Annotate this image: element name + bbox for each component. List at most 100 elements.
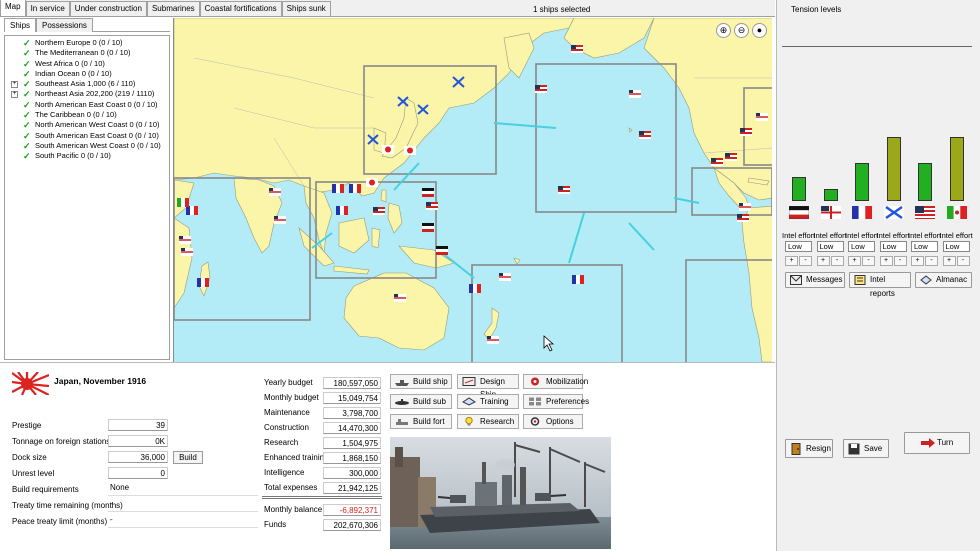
tab-submarines[interactable]: Submarines	[146, 1, 200, 16]
usa-flag-icon	[571, 45, 583, 53]
build-sub-button[interactable]: Build sub	[390, 394, 452, 409]
decrease-intel-button[interactable]: -	[893, 256, 907, 266]
usa-flag-icon	[639, 131, 651, 139]
expand-icon[interactable]: +	[11, 91, 18, 99]
build-fort-button[interactable]: Build fort	[390, 414, 452, 429]
fort-icon	[396, 419, 408, 425]
checkmark-icon[interactable]: ✓	[23, 131, 31, 141]
selection-status: 1 ships selected	[533, 5, 591, 14]
stat-label: Treaty time remaining (months)	[12, 501, 123, 510]
checkmark-icon[interactable]: ✓	[23, 69, 31, 79]
build-dock-button[interactable]: Build	[173, 451, 203, 464]
intel-effort-field[interactable]: Low	[879, 241, 907, 252]
tab-coastal-fortifications[interactable]: Coastal fortifications	[199, 1, 282, 16]
lightbulb-icon	[465, 417, 473, 426]
top-tab-bar: Map In service Under construction Submar…	[0, 0, 775, 17]
increase-intel-button[interactable]: +	[848, 256, 861, 266]
checkmark-icon[interactable]: ✓	[23, 120, 31, 130]
decrease-intel-button[interactable]: -	[862, 256, 875, 266]
research-label: Research	[480, 417, 515, 426]
increase-intel-button[interactable]: +	[785, 256, 798, 266]
region-item[interactable]: ✓ South American West Coast 0 (0 / 10)	[5, 141, 169, 151]
stat-value: -	[110, 499, 113, 508]
region-item[interactable]: ✓ The Mediterranean 0 (0 / 10)	[5, 48, 169, 58]
checkmark-icon[interactable]: ✓	[23, 59, 31, 69]
intel-effort-field[interactable]: Low	[911, 241, 938, 252]
checkmark-icon[interactable]: ✓	[23, 79, 31, 89]
britain-flag-icon	[274, 216, 286, 224]
region-item[interactable]: ✓ South Pacific 0 (0 / 10)	[5, 151, 169, 161]
tab-in-service[interactable]: In service	[25, 1, 70, 16]
tab-ships-sunk[interactable]: Ships sunk	[281, 1, 331, 16]
save-button[interactable]: Save	[843, 439, 889, 458]
resign-button[interactable]: Resign	[785, 439, 833, 458]
intel-effort-field[interactable]: Low	[942, 241, 970, 252]
options-button[interactable]: Options	[523, 414, 583, 429]
almanac-button[interactable]: Almanac	[915, 272, 972, 288]
increase-intel-button[interactable]: +	[911, 256, 924, 266]
checkmark-icon[interactable]: ✓	[23, 100, 31, 110]
usa-flag-icon	[725, 153, 737, 161]
decrease-intel-button[interactable]: -	[956, 256, 970, 266]
design-ship-button[interactable]: Design Ship	[457, 374, 519, 399]
stat-value: 39	[108, 419, 168, 431]
increase-intel-button[interactable]: +	[816, 256, 830, 266]
japan-rising-sun-flag-icon	[12, 372, 49, 395]
region-label: West Africa 0 (0 / 10)	[35, 58, 105, 68]
region-item[interactable]: + ✓ Northeast Asia 202,200 (219 / 1110)	[5, 89, 169, 99]
tab-map[interactable]: Map	[0, 0, 26, 16]
region-item[interactable]: ✓ Northern Europe 0 (0 / 10)	[5, 38, 169, 48]
divider	[782, 46, 972, 47]
tab-under-construction[interactable]: Under construction	[69, 1, 147, 16]
intel-effort-field[interactable]: Low	[848, 241, 875, 252]
checkmark-icon[interactable]: ✓	[23, 38, 31, 48]
research-button[interactable]: Research	[457, 414, 519, 429]
stat-label: Prestige	[12, 421, 42, 430]
usa-flag-icon	[558, 186, 570, 194]
world-map[interactable]: ⊕ ⊖ ●	[173, 18, 772, 362]
intel-effort-field[interactable]: Low	[785, 241, 812, 252]
region-item[interactable]: ✓ West Africa 0 (0 / 10)	[5, 59, 169, 69]
budget-label: Maintenance	[264, 408, 310, 417]
increase-intel-button[interactable]: +	[942, 256, 956, 266]
build-ship-button[interactable]: Build ship	[390, 374, 452, 389]
checkmark-icon[interactable]: ✓	[23, 151, 31, 161]
expand-icon[interactable]: +	[11, 81, 18, 89]
checkmark-icon[interactable]: ✓	[23, 48, 31, 58]
tab-ships[interactable]: Ships	[4, 18, 37, 32]
preferences-button[interactable]: Preferences	[523, 394, 589, 409]
almanac-label: Almanac	[936, 275, 968, 284]
russia-flag-icon	[883, 206, 904, 219]
intel-effort-field[interactable]: Low	[816, 241, 844, 252]
decrease-intel-button[interactable]: -	[925, 256, 938, 266]
increase-intel-button[interactable]: +	[879, 256, 893, 266]
map-canvas[interactable]	[174, 18, 772, 362]
usa-flag-icon	[737, 214, 749, 222]
checkmark-icon[interactable]: ✓	[23, 89, 31, 99]
britain-flag-icon	[269, 188, 281, 196]
checkmark-icon[interactable]: ✓	[23, 110, 31, 120]
decrease-intel-button[interactable]: -	[799, 256, 812, 266]
turn-button[interactable]: Turn	[904, 432, 970, 454]
zoom-out-icon[interactable]: ⊖	[734, 23, 749, 38]
build-fort-label: Build fort	[413, 417, 445, 426]
budget-label: Construction	[264, 423, 309, 432]
game-window: Map In service Under construction Submar…	[0, 0, 980, 551]
zoom-in-icon[interactable]: ⊕	[716, 23, 731, 38]
region-item[interactable]: + ✓ Southeast Asia 1,000 (6 / 110)	[5, 79, 169, 89]
mobilization-button[interactable]: Mobilization	[523, 374, 588, 389]
tab-possessions[interactable]: Possessions	[36, 18, 93, 32]
region-item[interactable]: ✓ South American East Coast 0 (0 / 10)	[5, 131, 169, 141]
intel-reports-button[interactable]: Intel reports	[849, 272, 911, 298]
checkmark-icon[interactable]: ✓	[23, 141, 31, 151]
region-item[interactable]: ✓ The Caribbean 0 (0 / 10)	[5, 110, 169, 120]
region-item[interactable]: ✓ North American West Coast 0 (0 / 10)	[5, 120, 169, 130]
italy-flag-icon	[177, 198, 189, 207]
region-item[interactable]: ✓ North American East Coast 0 (0 / 10)	[5, 100, 169, 110]
intel-effort-label: Intel effort	[813, 231, 847, 240]
messages-button[interactable]: Messages	[785, 272, 845, 288]
decrease-intel-button[interactable]: -	[830, 256, 844, 266]
training-button[interactable]: Training	[457, 394, 519, 409]
drop-icon[interactable]: ●	[752, 23, 767, 38]
region-item[interactable]: ✓ Indian Ocean 0 (0 / 10)	[5, 69, 169, 79]
